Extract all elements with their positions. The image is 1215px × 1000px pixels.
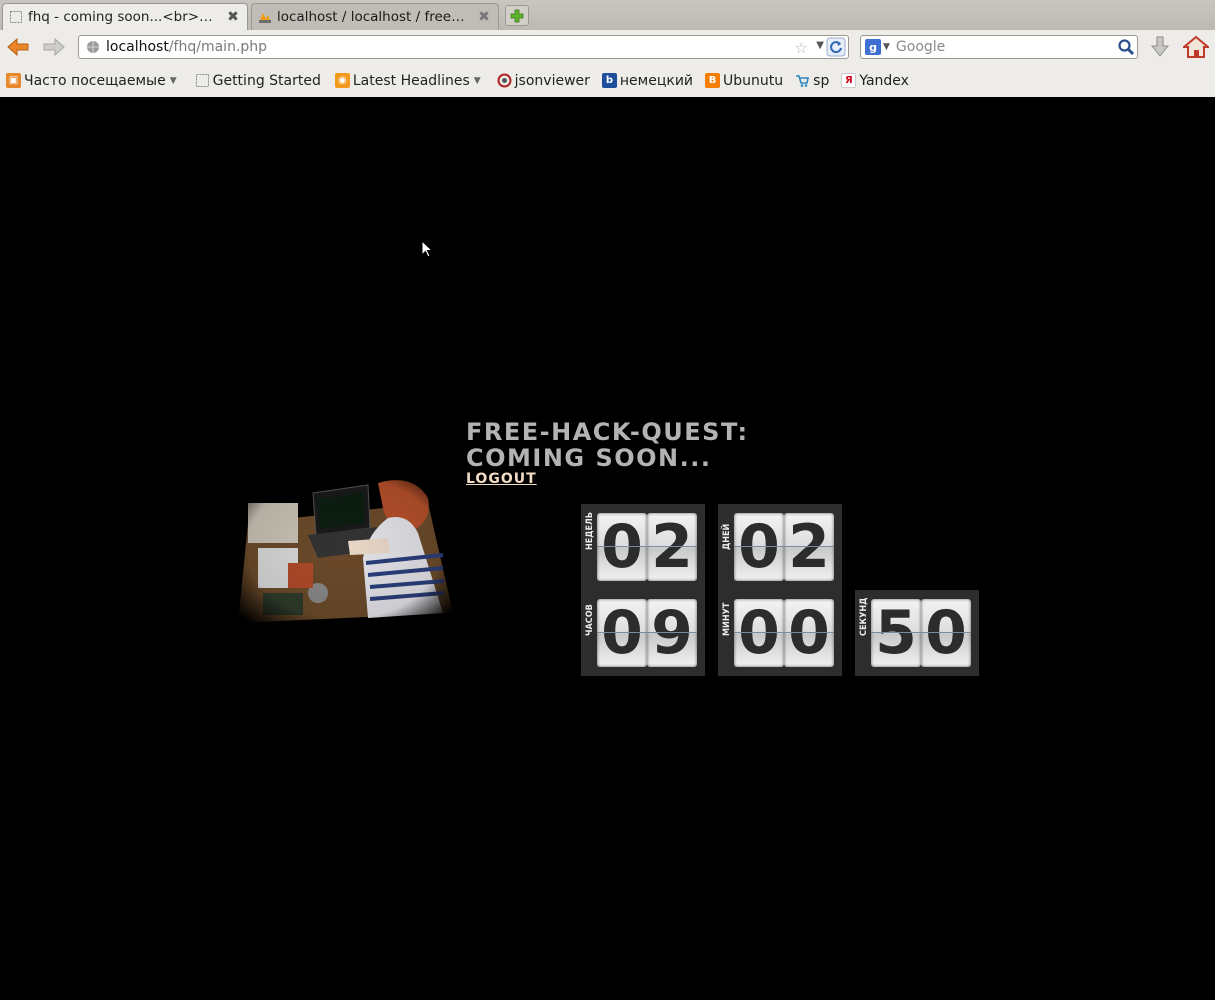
page-headline: Free-Hack-Quest: Coming soon... <box>466 419 749 471</box>
globe-icon <box>87 41 99 53</box>
countdown-label: ЧАСОВ <box>583 594 597 672</box>
countdown-digit: 0 <box>784 599 834 667</box>
countdown-seconds: СЕКУНД 5 0 50 <box>855 590 979 676</box>
countdown-digit: 0 <box>597 599 647 667</box>
close-icon[interactable]: ✖ <box>225 9 241 25</box>
url-host: localhost <box>106 39 169 55</box>
logout-link[interactable]: Logout <box>466 471 537 487</box>
browser-chrome: fhq - coming soon...<br><fo... ✖ localho… <box>0 0 1215 97</box>
countdown-digit: 0 <box>921 599 971 667</box>
bookmarks-toolbar: ▣ Часто посещаемые ▼ Getting Started ◉ L… <box>0 64 1215 97</box>
bookmark-label: Часто посещаемые <box>24 72 166 89</box>
b-icon: b <box>601 73 617 88</box>
download-arrow-icon <box>1150 36 1170 57</box>
tab-phpmyadmin[interactable]: localhost / localhost / freeh... ✖ <box>251 3 499 30</box>
bookmark-getting-started[interactable]: Getting Started <box>195 73 321 89</box>
seconds-label: СЕКУНД <box>859 597 869 636</box>
yandex-icon: Я <box>841 73 857 88</box>
chevron-down-icon: ▼ <box>473 75 481 86</box>
address-bar[interactable]: localhost/fhq/main.php ☆ ▼ <box>78 35 849 59</box>
countdown-hours: ЧАСОВ 0 9 09 <box>581 590 705 676</box>
hours-label: ЧАСОВ <box>585 604 595 636</box>
bookmark-label: Latest Headlines <box>352 72 470 89</box>
countdown-digit: 2 <box>784 513 834 581</box>
cart-icon <box>796 75 810 87</box>
minutes-label: МИНУТ <box>722 602 732 636</box>
home-button[interactable] <box>1182 34 1210 60</box>
countdown-digit: 9 <box>647 599 697 667</box>
countdown-digit: 5 <box>871 599 921 667</box>
search-placeholder: Google <box>895 39 946 55</box>
countdown-digit: 0 <box>734 599 784 667</box>
weeks-label: НЕДЕЛЬ <box>585 512 595 550</box>
bookmark-yandex[interactable]: Я Yandex <box>841 73 909 89</box>
hacker-photo <box>228 463 460 633</box>
page-icon <box>10 11 22 23</box>
jsonviewer-icon <box>497 73 512 88</box>
bookmark-jsonviewer[interactable]: jsonviewer <box>497 73 590 89</box>
countdown-label: СЕКУНД <box>857 594 871 672</box>
navigation-bar: localhost/fhq/main.php ☆ ▼ g ▼ Google <box>0 30 1215 64</box>
tab-fhq[interactable]: fhq - coming soon...<br><fo... ✖ <box>2 3 248 30</box>
blogger-icon: B <box>705 73 721 88</box>
countdown-label: МИНУТ <box>720 594 734 672</box>
tab-title: fhq - coming soon...<br><fo... <box>28 9 219 25</box>
bookmark-latest-headlines[interactable]: ◉ Latest Headlines ▼ <box>334 72 481 89</box>
bookmark-most-visited[interactable]: ▣ Часто посещаемые ▼ <box>6 73 177 89</box>
countdown-label: ДНЕЙ <box>720 508 734 586</box>
back-button[interactable] <box>4 34 32 60</box>
most-visited-icon: ▣ <box>6 73 21 88</box>
countdown-digit: 2 <box>647 513 697 581</box>
mouse-cursor-icon <box>421 240 433 258</box>
plus-icon <box>510 9 524 22</box>
new-tab-button[interactable] <box>505 5 529 26</box>
reload-icon[interactable] <box>826 37 846 57</box>
forward-button[interactable] <box>40 34 68 60</box>
back-arrow-icon <box>7 37 29 57</box>
bookmark-label: sp <box>813 72 830 89</box>
bookmark-label: jsonviewer <box>514 72 590 89</box>
tab-title: localhost / localhost / freeh... <box>277 9 470 25</box>
url-path: /fhq/main.php <box>168 39 268 55</box>
countdown-weeks: НЕДЕЛЬ 0 2 02 <box>581 504 705 590</box>
countdown-days: ДНЕЙ 0 2 02 <box>718 504 842 590</box>
downloads-button[interactable] <box>1146 34 1174 60</box>
headline-line-2: Coming soon... <box>466 444 712 472</box>
home-icon <box>1183 35 1209 58</box>
headline-line-1: Free-Hack-Quest: <box>466 418 749 446</box>
close-icon[interactable]: ✖ <box>476 9 492 25</box>
bookmark-star-icon[interactable]: ☆ <box>795 39 808 57</box>
phpmyadmin-icon <box>259 13 271 23</box>
bookmark-ubunutu[interactable]: B Ubunutu <box>705 73 783 89</box>
page-content: Free-Hack-Quest: Coming soon... Logout Н… <box>0 97 1215 1000</box>
bookmark-label: Yandex <box>859 72 909 89</box>
url-history-dropdown-icon[interactable]: ▼ <box>816 40 824 51</box>
google-icon[interactable]: g <box>865 39 881 55</box>
bookmark-sp[interactable]: sp <box>795 73 829 89</box>
days-label: ДНЕЙ <box>722 523 732 550</box>
search-bar[interactable]: g ▼ Google <box>860 35 1138 59</box>
countdown-label: НЕДЕЛЬ <box>583 508 597 586</box>
countdown-digit: 0 <box>734 513 784 581</box>
search-engine-dropdown-icon[interactable]: ▼ <box>883 42 890 52</box>
bookmark-label: Ubunutu <box>723 72 784 89</box>
countdown-minutes: МИНУТ 0 0 00 <box>718 590 842 676</box>
forward-arrow-icon <box>43 37 65 57</box>
chevron-down-icon: ▼ <box>169 75 177 86</box>
bookmark-label: немецкий <box>619 72 694 89</box>
tab-strip: fhq - coming soon...<br><fo... ✖ localho… <box>0 0 1215 30</box>
bookmark-label: Getting Started <box>212 72 321 89</box>
search-icon[interactable] <box>1117 38 1135 56</box>
page-icon <box>195 74 209 87</box>
rss-icon: ◉ <box>334 73 350 88</box>
bookmark-nemetsky[interactable]: b немецкий <box>601 72 694 89</box>
countdown-digit: 0 <box>597 513 647 581</box>
